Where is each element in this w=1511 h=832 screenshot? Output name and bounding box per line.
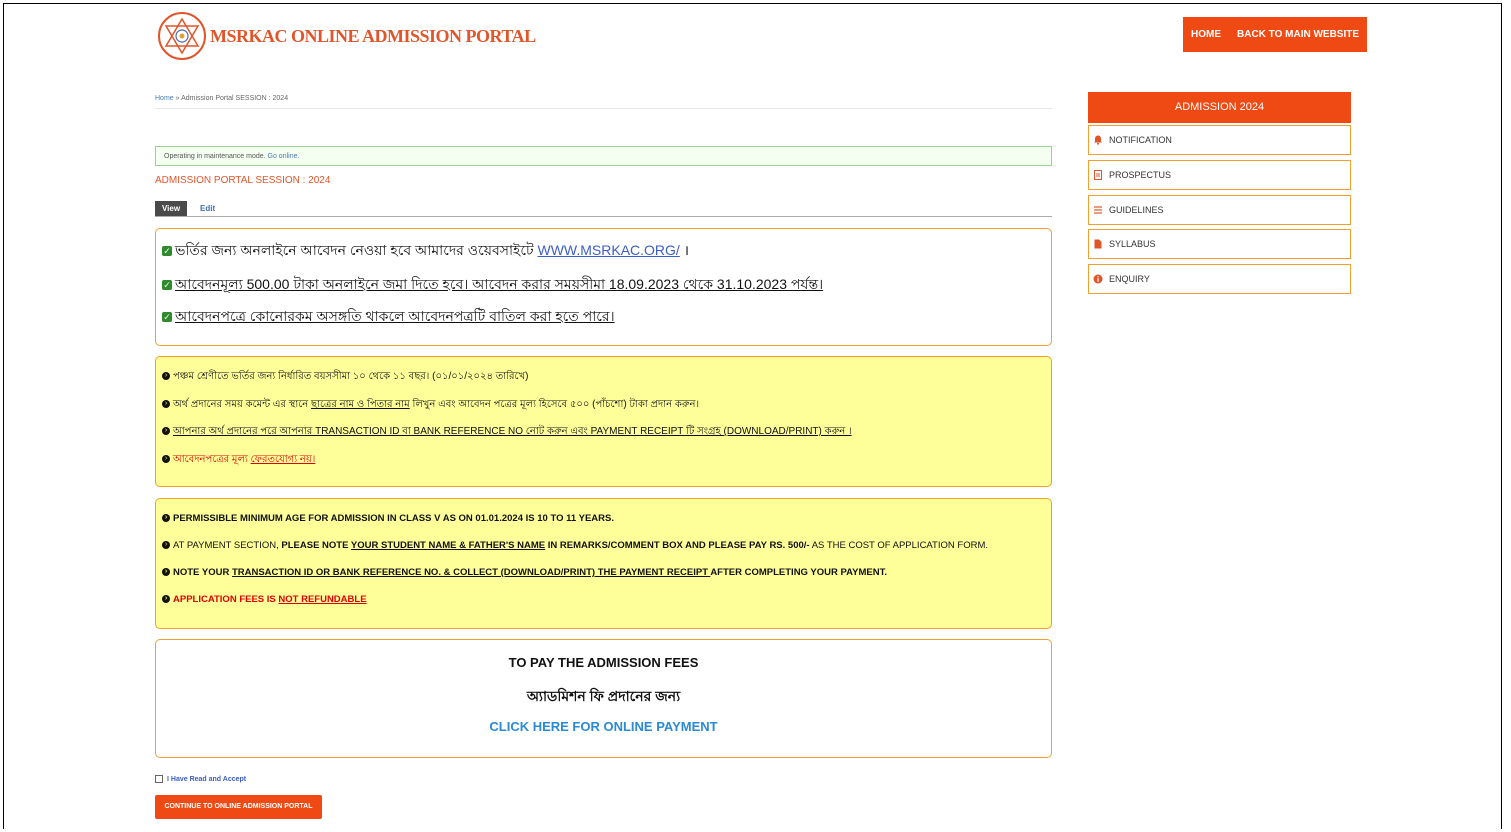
chevron-circle-icon: ›: [162, 455, 170, 464]
checkbox-icon: ✓: [162, 312, 172, 323]
accept-label[interactable]: I Have Read and Accept: [167, 776, 246, 783]
sidebar-item-label: NOTIFICATION: [1109, 135, 1172, 145]
rule-text: PERMISSIBLE MINIMUM AGE FOR ADMISSION IN…: [173, 513, 614, 524]
sidebar-item-label: PROSPECTUS: [1109, 170, 1172, 180]
payment-box: TO PAY THE ADMISSION FEES অ্যাডমিশন ফি প…: [155, 639, 1052, 758]
rule-text-bold: PLEASE NOTE: [281, 540, 351, 551]
list-item: › APPLICATION FEES IS NOT REFUNDABLE: [162, 594, 367, 605]
rule-text: AFTER COMPLETING YOUR PAYMENT.: [710, 567, 887, 578]
sidebar-item-notification[interactable]: NOTIFICATION: [1088, 125, 1351, 155]
breadcrumb-current: Admission Portal SESSION : 2024: [181, 95, 289, 102]
chevron-circle-icon: ›: [162, 372, 170, 381]
list-item: › NOTE YOUR TRANSACTION ID OR BANK REFERE…: [162, 567, 887, 578]
notice-text: আবেদনপত্রে কোনোরকম অসঙ্গতি থাকলে আবেদনপত…: [175, 308, 615, 324]
file-icon: [1093, 239, 1103, 249]
page-title: ADMISSION PORTAL SESSION : 2024: [155, 175, 331, 186]
list-icon: [1093, 205, 1103, 215]
site-title[interactable]: MSRKAC ONLINE ADMISSION PORTAL: [210, 26, 536, 47]
nav-home-link[interactable]: HOME: [1183, 29, 1229, 40]
list-item: ✓ ভর্তির জন্য অনলাইনে আবেদন নেওয়া হবে আম…: [162, 239, 689, 263]
chevron-circle-icon: ›: [162, 514, 170, 523]
sidebar-item-syllabus[interactable]: SYLLABUS: [1088, 229, 1351, 259]
notice-text-end: ।: [679, 242, 690, 258]
sidebar-item-guidelines[interactable]: GUIDELINES: [1088, 195, 1351, 225]
sidebar-item-enquiry[interactable]: ENQUIRY: [1088, 264, 1351, 294]
accept-row: I Have Read and Accept: [155, 775, 246, 783]
website-link[interactable]: WWW.MSRKAC.ORG/: [537, 242, 679, 258]
rule-text: লিখুন এবং আবেদন পত্রের মূল্য হিসেবে ৫০০ …: [409, 399, 700, 410]
accept-checkbox[interactable]: [155, 775, 163, 783]
rule-text: আপনার অর্থ প্রদানের পরে আপনার TRANSACTIO…: [173, 426, 852, 437]
sidebar-item-label: SYLLABUS: [1109, 239, 1156, 249]
sidebar-item-label: GUIDELINES: [1109, 205, 1164, 215]
tab-view[interactable]: View: [155, 201, 187, 216]
breadcrumb-home-link[interactable]: Home: [155, 95, 174, 102]
chevron-circle-icon: ›: [162, 541, 170, 550]
sidebar-item-label: ENQUIRY: [1109, 274, 1150, 284]
rule-text-bold: IN REMARKS/COMMENT BOX AND PLEASE PAY RS…: [545, 540, 810, 551]
rule-text-underlined: ছাত্রের নাম ও পিতার নাম: [311, 399, 410, 410]
go-online-link[interactable]: Go online.: [268, 153, 300, 160]
breadcrumb-separator: »: [173, 95, 182, 102]
maintenance-text: Operating in maintenance mode.: [164, 153, 268, 160]
rule-text-underlined: TRANSACTION ID OR BANK REFERENCE NO. & C…: [231, 567, 711, 578]
notice-box-bengali-rules: › পঞ্চম শ্রেণীতে ভর্তির জন্য নির্ধারিত বয…: [155, 356, 1052, 487]
checkbox-icon: ✓: [162, 280, 172, 291]
breadcrumb: Home » Admission Portal SESSION : 2024: [155, 95, 288, 102]
rule-text: AS THE COST OF APPLICATION FORM.: [809, 540, 988, 551]
list-item: ✓ আবেদনপত্রে কোনোরকম অসঙ্গতি থাকলে আবেদনপ…: [162, 305, 615, 329]
rule-text: NOTE YOUR: [173, 567, 232, 578]
tab-edit[interactable]: Edit: [200, 201, 215, 216]
rule-text-underlined: YOUR STUDENT NAME & FATHER'S NAME: [350, 540, 546, 551]
notice-text: ভর্তির জন্য অনলাইনে আবেদন নেওয়া হবে আমা…: [175, 242, 538, 258]
top-nav: HOME BACK TO MAIN WEBSITE: [1183, 17, 1368, 52]
notice-text: আবেদনমূল্য 500.00 টাকা অনলাইনে জমা দিতে …: [175, 276, 824, 292]
list-item: › AT PAYMENT SECTION, PLEASE NOTE YOUR ST…: [162, 540, 988, 551]
checkbox-icon: ✓: [162, 246, 172, 257]
maintenance-notice: Operating in maintenance mode. Go online…: [155, 146, 1052, 166]
info-icon: [1093, 274, 1103, 284]
bell-icon: [1093, 135, 1103, 145]
notice-box-bengali-main: ✓ ভর্তির জন্য অনলাইনে আবেদন নেওয়া হবে আম…: [155, 228, 1052, 346]
chevron-circle-icon: ›: [162, 568, 170, 577]
chevron-circle-icon: ›: [162, 427, 170, 436]
logo-icon[interactable]: [158, 12, 206, 60]
rule-text: অর্থ প্রদানের সময় কমেন্ট এর স্থানে: [173, 399, 312, 410]
list-item: › অর্থ প্রদানের সময় কমেন্ট এর স্থানে ছাত…: [162, 397, 699, 414]
chevron-circle-icon: ›: [162, 400, 170, 409]
content-tabs: View Edit: [155, 201, 1052, 217]
list-item: › আপনার অর্থ প্রদানের পরে আপনার TRANSACTI…: [162, 424, 852, 441]
list-item: › পঞ্চম শ্রেণীতে ভর্তির জন্য নির্ধারিত বয…: [162, 369, 528, 386]
site-header: MSRKAC ONLINE ADMISSION PORTAL: [158, 12, 536, 60]
document-icon: [1093, 170, 1103, 180]
rule-text-underlined: ফেরতযোগ্য নয়।: [250, 454, 316, 465]
list-item: › আবেদনপত্রের মূল্য ফেরতযোগ্য নয়।: [162, 452, 315, 469]
divider: [155, 108, 1052, 109]
chevron-circle-icon: ›: [162, 595, 170, 604]
continue-button[interactable]: CONTINUE TO ONLINE ADMISSION PORTAL: [155, 795, 322, 819]
rule-text: আবেদনপত্রের মূল্য: [173, 454, 251, 465]
list-item: › PERMISSIBLE MINIMUM AGE FOR ADMISSION I…: [162, 513, 614, 524]
online-payment-link[interactable]: CLICK HERE FOR ONLINE PAYMENT: [156, 719, 1051, 734]
rule-text-underlined: NOT REFUNDABLE: [278, 594, 367, 605]
nav-main-website-link[interactable]: BACK TO MAIN WEBSITE: [1229, 29, 1367, 40]
list-item: ✓ আবেদনমূল্য 500.00 টাকা অনলাইনে জমা দিতে…: [162, 273, 823, 297]
sidebar-title: ADMISSION 2024: [1088, 92, 1351, 123]
rule-text: APPLICATION FEES IS: [173, 594, 279, 605]
rule-text: AT PAYMENT SECTION,: [173, 540, 282, 551]
notice-box-english-rules: › PERMISSIBLE MINIMUM AGE FOR ADMISSION I…: [155, 498, 1052, 629]
payment-heading-bn: অ্যাডমিশন ফি প্রদানের জন্য: [526, 688, 681, 704]
rule-text: পঞ্চম শ্রেণীতে ভর্তির জন্য নির্ধারিত বয়…: [173, 371, 529, 382]
payment-heading-en: TO PAY THE ADMISSION FEES: [508, 655, 699, 670]
sidebar-item-prospectus[interactable]: PROSPECTUS: [1088, 160, 1351, 190]
